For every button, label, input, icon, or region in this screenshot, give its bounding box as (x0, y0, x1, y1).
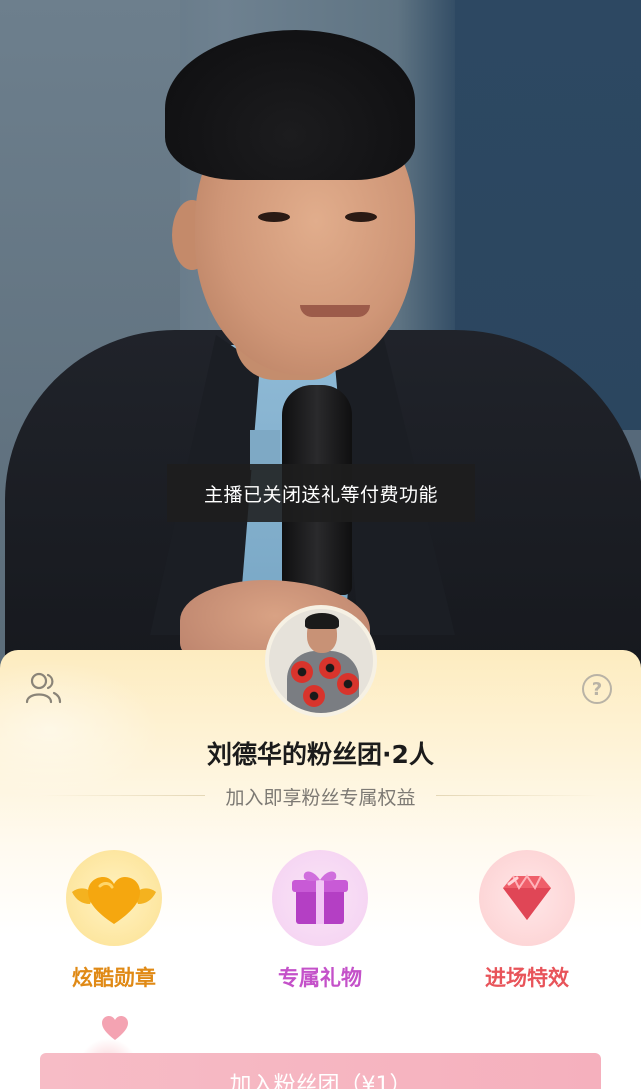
streamer-avatar[interactable] (265, 605, 377, 717)
members-icon[interactable] (24, 670, 64, 706)
streamer-figure (0, 0, 641, 680)
help-icon[interactable]: ? (582, 674, 612, 704)
benefit-badge[interactable]: 炫酷勋章 (44, 850, 184, 1000)
badge-wings-heart-icon (66, 850, 162, 946)
benefit-entrance-effect[interactable]: 进场特效 (457, 850, 597, 1000)
fan-club-title: 刘德华的粉丝团·2人 (207, 740, 434, 769)
join-fan-club-button[interactable]: 加入粉丝团（¥1） (40, 1053, 601, 1089)
live-video (0, 0, 641, 680)
benefit-badge-label: 炫酷勋章 (72, 966, 156, 990)
toast-message: 主播已关闭送礼等付费功能 (167, 464, 475, 522)
benefit-gift-label: 专属礼物 (278, 966, 362, 990)
fan-club-subtitle: 加入即享粉丝专属权益 (225, 787, 416, 809)
benefit-gift[interactable]: 专属礼物 (250, 850, 390, 1000)
benefit-entrance-effect-label: 进场特效 (485, 966, 569, 990)
heart-icon (100, 1013, 130, 1043)
gift-box-icon (272, 850, 368, 946)
diamond-icon (479, 850, 575, 946)
